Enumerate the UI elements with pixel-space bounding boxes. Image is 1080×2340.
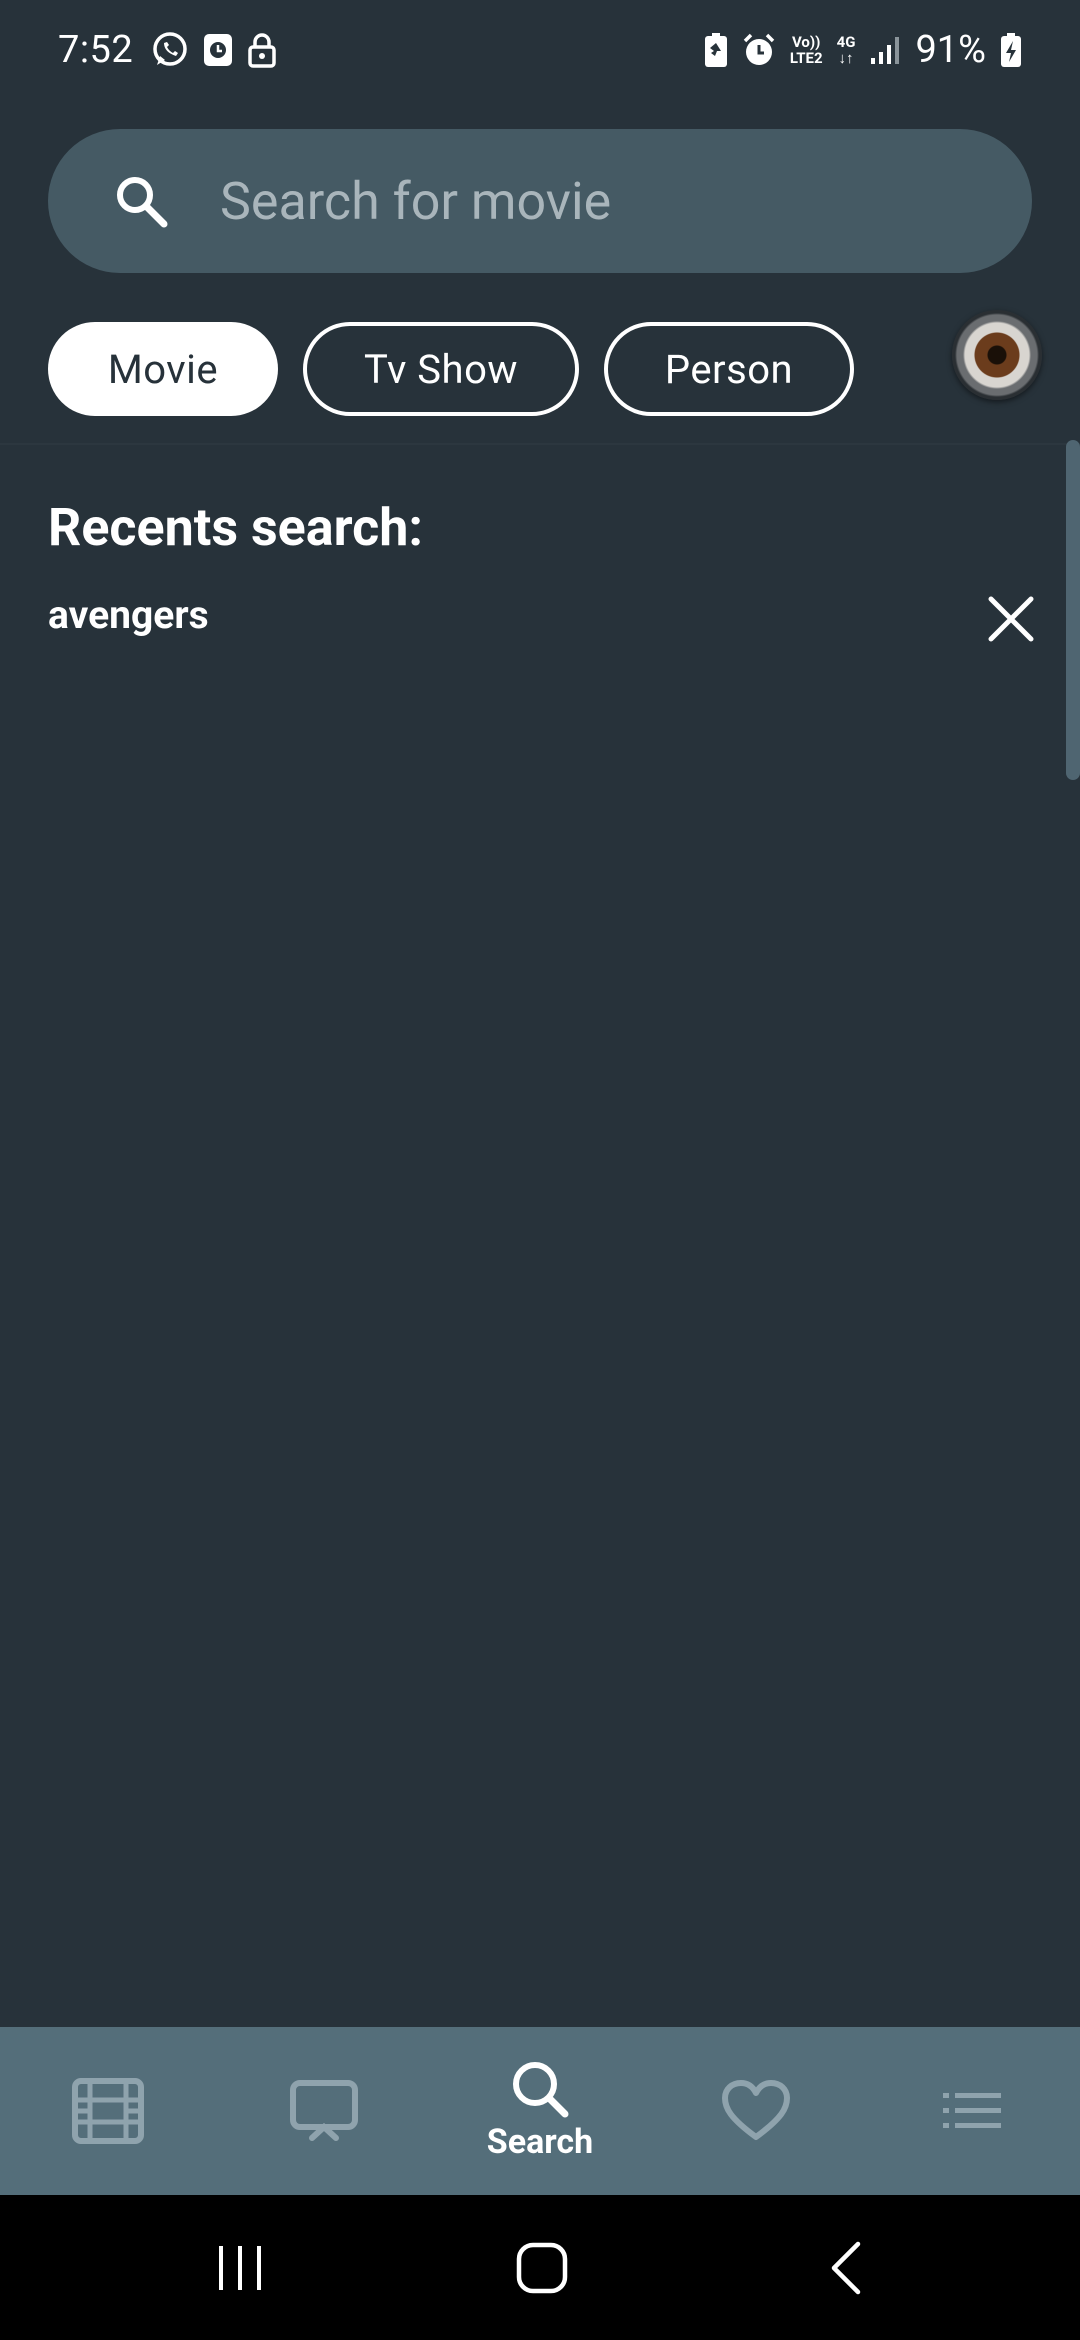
recent-apps-icon bbox=[219, 2245, 261, 2290]
bottom-nav: Search bbox=[0, 2027, 1080, 2195]
recents-apps-button[interactable] bbox=[180, 2195, 300, 2340]
status-bar: 7:52 Vo)) LTE2 4G ↓↑ 91% bbox=[0, 0, 1080, 100]
search-icon bbox=[510, 2060, 570, 2118]
filter-person-chip[interactable]: Person bbox=[604, 322, 854, 416]
status-time: 7:52 bbox=[58, 28, 134, 72]
search-screen: 7:52 Vo)) LTE2 4G ↓↑ 91% Search for movi… bbox=[0, 0, 1080, 2340]
nav-search-label: Search bbox=[486, 2122, 594, 2162]
filter-tv-show-label: Tv Show bbox=[364, 345, 518, 393]
filter-tv-show-chip[interactable]: Tv Show bbox=[303, 322, 579, 416]
nav-item-lists[interactable] bbox=[864, 2027, 1080, 2195]
lock-icon bbox=[247, 32, 277, 68]
nav-item-search[interactable]: Search bbox=[432, 2027, 648, 2195]
back-icon bbox=[831, 2241, 861, 2294]
network-type-label: 4G bbox=[836, 33, 856, 51]
heart-icon bbox=[722, 2080, 790, 2142]
search-icon bbox=[114, 174, 168, 228]
back-button[interactable] bbox=[786, 2195, 906, 2340]
battery-charging-icon bbox=[1000, 32, 1022, 68]
film-icon bbox=[72, 2078, 144, 2144]
search-input[interactable] bbox=[220, 170, 980, 232]
list-icon bbox=[942, 2091, 1002, 2131]
alarm-icon bbox=[742, 33, 776, 67]
clock-app-icon bbox=[203, 33, 233, 67]
nav-item-favorites[interactable] bbox=[648, 2027, 864, 2195]
avatar[interactable] bbox=[952, 310, 1042, 400]
battery-percent: 91% bbox=[915, 28, 986, 72]
recent-search-item[interactable]: avengers bbox=[48, 592, 209, 638]
filter-person-label: Person bbox=[664, 345, 794, 393]
filter-movie-label: Movie bbox=[107, 345, 219, 393]
divider bbox=[0, 443, 1080, 445]
home-icon bbox=[516, 2242, 568, 2293]
signal-icon bbox=[869, 34, 901, 66]
volte-icon: Vo)) LTE2 bbox=[790, 34, 823, 66]
filter-movie-chip[interactable]: Movie bbox=[48, 322, 278, 416]
search-bar[interactable] bbox=[48, 129, 1032, 273]
nav-item-movies[interactable] bbox=[0, 2027, 216, 2195]
status-left: 7:52 bbox=[58, 28, 277, 72]
status-right: Vo)) LTE2 4G ↓↑ 91% bbox=[704, 28, 1022, 72]
scrollbar[interactable] bbox=[1066, 440, 1080, 780]
network-lte-label: LTE2 bbox=[789, 49, 823, 67]
recents-title: Recents search: bbox=[48, 497, 423, 558]
close-icon[interactable] bbox=[982, 590, 1040, 648]
home-button[interactable] bbox=[482, 2195, 602, 2340]
data-arrows-icon: 4G ↓↑ bbox=[836, 33, 856, 67]
battery-saver-icon bbox=[704, 32, 728, 68]
nav-item-tv[interactable] bbox=[216, 2027, 432, 2195]
system-nav-bar bbox=[0, 2195, 1080, 2340]
whatsapp-icon bbox=[151, 31, 189, 69]
tv-icon bbox=[290, 2080, 358, 2142]
